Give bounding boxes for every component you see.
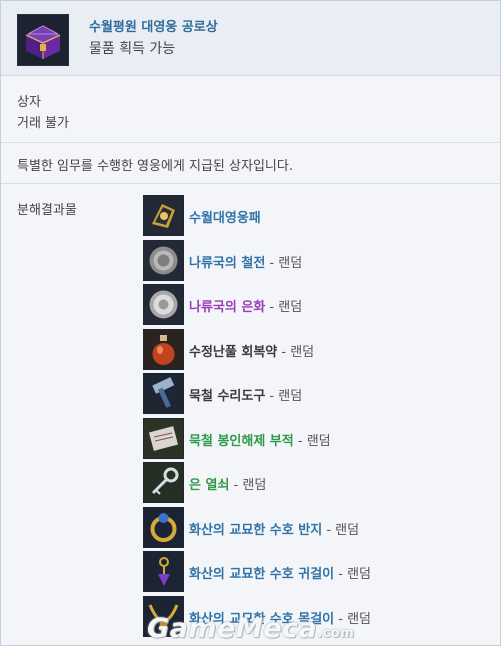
decompose-result-item[interactable]: 나류국의 철전 - 랜덤 (143, 239, 493, 285)
result-suffix: - 랜덤 (265, 255, 303, 271)
result-suffix: - 랜덤 (265, 389, 303, 404)
decompose-result-item[interactable]: 수월대영웅패 (143, 195, 493, 240)
result-text: 화산의 교묘한 수호 반지 - 랜덤 (189, 519, 359, 538)
decompose-result-list: 수월대영웅패 나류국의 철전 - 랜덤 나류국의 은화 - 랜덤 수정난풀 회복약 -… (143, 195, 493, 640)
result-name[interactable]: 화산의 교묘한 수호 반지 (189, 523, 322, 538)
result-name[interactable]: 나류국의 철전 (189, 256, 265, 271)
decompose-result-item[interactable]: 수정난풀 회복약 - 랜덤 (143, 328, 493, 374)
result-suffix: - 랜덤 (322, 522, 360, 538)
decompose-result-item[interactable]: 화산의 교묘한 수호 반지 - 랜덤 (143, 506, 493, 552)
earring-icon (143, 551, 184, 592)
item-tooltip: 수월평원 대영웅 공로상 물품 획득 가능 상자 거래 불가 특별한 임무를 수… (0, 0, 501, 646)
result-text: 묵철 봉인해제 부적 - 랜덤 (189, 430, 331, 449)
decompose-label: 분해결과물 (17, 203, 77, 218)
talisman-icon (143, 417, 184, 459)
watermark-text: GameMeca (147, 613, 318, 644)
result-suffix: - 랜덤 (334, 567, 372, 582)
result-suffix: - 랜덤 (277, 344, 315, 360)
watermark-suffix: .com (317, 626, 355, 641)
result-suffix: - 랜덤 (229, 478, 267, 493)
result-name[interactable]: 묵철 봉인해제 부적 (189, 434, 294, 449)
decompose-result-item[interactable]: 화산의 교묘한 수호 귀걸이 - 랜덤 (143, 551, 493, 596)
decompose-result-item[interactable]: 묵철 봉인해제 부적 - 랜덤 (143, 417, 493, 463)
result-suffix: - 랜덤 (293, 433, 331, 449)
item-name: 수월평원 대영웅 공로상 (89, 20, 218, 35)
decompose-result-item[interactable]: 묵철 수리도구 - 랜덤 (143, 373, 493, 418)
result-text: 화산의 교묘한 수호 귀걸이 - 랜덤 (189, 563, 371, 582)
result-text: 수정난풀 회복약 - 랜덤 (189, 341, 314, 360)
trade-status: 거래 불가 (17, 116, 69, 131)
potion-icon (143, 328, 184, 370)
hammer-icon (143, 373, 184, 414)
ring-icon (143, 506, 184, 548)
iron-coin-icon (143, 239, 184, 281)
item-description: 특별한 임무를 수행한 영웅에게 지급된 상자입니다. (17, 159, 293, 174)
description-section: 특별한 임무를 수행한 영웅에게 지급된 상자입니다. (1, 143, 500, 184)
result-suffix: - 랜덤 (265, 300, 303, 315)
silver-coin-icon (143, 284, 184, 325)
decompose-result-item[interactable]: 나류국의 은화 - 랜덤 (143, 284, 493, 329)
result-text: 수월대영웅패 (189, 207, 261, 226)
purple-chest-icon (17, 14, 69, 66)
item-info-section: 상자 거래 불가 (1, 76, 500, 143)
item-type: 상자 (17, 95, 41, 110)
result-name[interactable]: 화산의 교묘한 수호 귀걸이 (189, 567, 334, 582)
result-text: 은 열쇠 - 랜덤 (189, 474, 266, 493)
result-name[interactable]: 묵철 수리도구 (189, 389, 265, 404)
tooltip-header: 수월평원 대영웅 공로상 물품 획득 가능 (1, 1, 500, 76)
result-name[interactable]: 수정난풀 회복약 (189, 345, 277, 360)
decompose-result-item[interactable]: 은 열쇠 - 랜덤 (143, 462, 493, 507)
acquire-status: 물품 획득 가능 (89, 41, 176, 57)
result-text: 나류국의 철전 - 랜덤 (189, 252, 302, 271)
golden-medal-icon (143, 195, 184, 236)
key-icon (143, 462, 184, 503)
result-name[interactable]: 나류국의 은화 (189, 300, 265, 315)
result-name[interactable]: 은 열쇠 (189, 478, 229, 493)
result-text: 나류국의 은화 - 랜덤 (189, 296, 302, 315)
watermark: GameMeca.com (147, 613, 354, 644)
result-text: 묵철 수리도구 - 랜덤 (189, 385, 302, 404)
result-name[interactable]: 수월대영웅패 (189, 211, 261, 226)
